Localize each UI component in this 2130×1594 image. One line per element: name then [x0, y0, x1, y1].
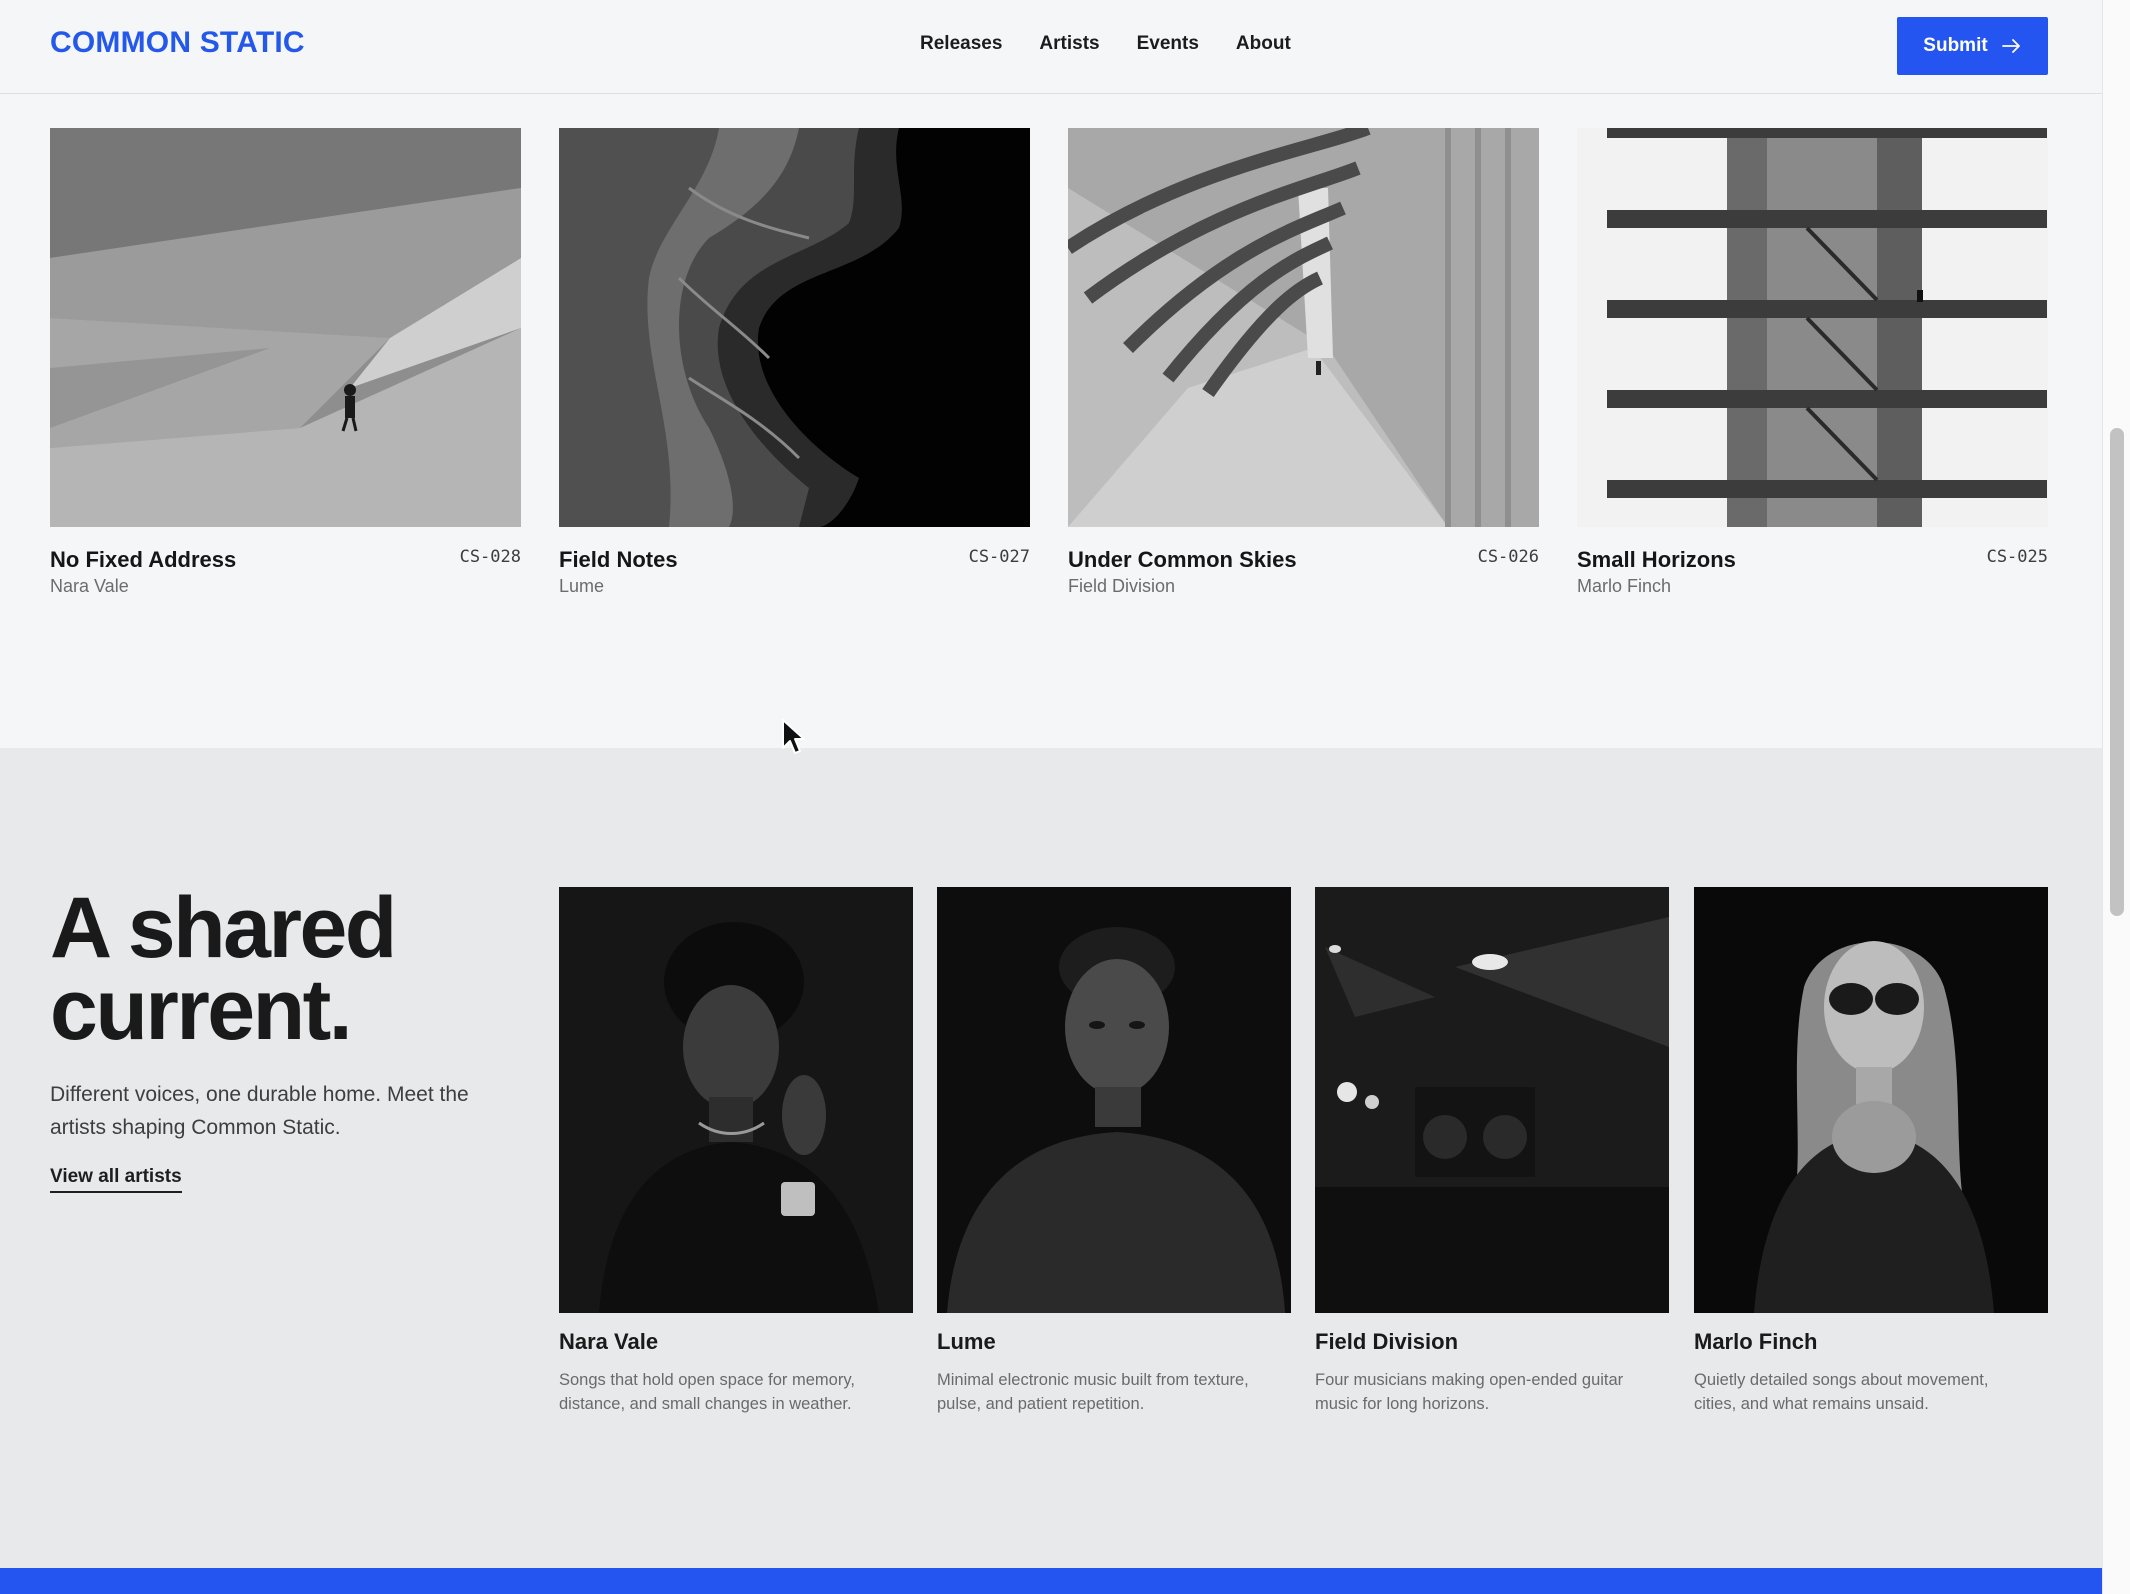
- release-card[interactable]: Under Common Skies CS-026 Field Division: [1068, 128, 1539, 597]
- artist-description: Songs that hold open space for memory, d…: [559, 1371, 855, 1413]
- release-code: CS-025: [1986, 547, 2048, 567]
- release-cover[interactable]: [1068, 128, 1539, 527]
- release-code: CS-027: [968, 547, 1030, 567]
- submit-label: Submit: [1923, 35, 1988, 56]
- release-title[interactable]: No Fixed Address: [50, 547, 236, 573]
- release-title[interactable]: Small Horizons: [1577, 547, 1736, 573]
- headline-line-2: current.: [50, 962, 353, 1058]
- release-code: CS-026: [1477, 547, 1539, 567]
- main-nav: Releases Artists Events About: [920, 33, 1291, 55]
- release-card[interactable]: Field Notes CS-027 Lume: [559, 128, 1030, 597]
- artist-photo[interactable]: [937, 887, 1291, 1313]
- section-intro: Different voices, one durable home. Meet…: [50, 1083, 469, 1139]
- release-cover[interactable]: [50, 128, 521, 527]
- release-title[interactable]: Under Common Skies: [1068, 547, 1297, 573]
- release-code: CS-028: [459, 547, 521, 567]
- release-artist: Lume: [559, 576, 605, 596]
- section-headline: A shared current.: [50, 880, 397, 1058]
- headline-line-1: A shared: [50, 880, 397, 976]
- view-all-artists-link[interactable]: View all artists: [50, 1166, 182, 1193]
- nav-artists[interactable]: Artists: [1039, 33, 1099, 55]
- artist-description: Four musicians making open-ended guitar …: [1315, 1371, 1624, 1413]
- site-header: COMMON STATIC Releases Artists Events Ab…: [0, 0, 2102, 94]
- artists-section: A shared current. Different voices, one …: [0, 748, 2102, 1568]
- artist-name[interactable]: Lume: [937, 1329, 1291, 1355]
- artist-card[interactable]: Nara Vale Songs that hold open space for…: [559, 887, 913, 1416]
- artist-name[interactable]: Nara Vale: [559, 1329, 913, 1355]
- page: COMMON STATIC Releases Artists Events Ab…: [0, 0, 2102, 1594]
- release-card[interactable]: Small Horizons CS-025 Marlo Finch: [1577, 128, 2048, 597]
- nav-events[interactable]: Events: [1137, 33, 1199, 55]
- submit-button[interactable]: Submit: [1897, 17, 2048, 75]
- artist-card[interactable]: Field Division Four musicians making ope…: [1315, 887, 1669, 1416]
- nav-about[interactable]: About: [1236, 33, 1291, 55]
- footer-band: [0, 1568, 2102, 1594]
- release-cover[interactable]: [559, 128, 1030, 527]
- arrow-right-icon: [2001, 39, 2020, 53]
- release-cover[interactable]: [1577, 128, 2048, 527]
- scrollbar-thumb[interactable]: [2110, 428, 2124, 916]
- release-artist: Field Division: [1068, 576, 1176, 596]
- artist-card[interactable]: Marlo Finch Quietly detailed songs about…: [1694, 887, 2048, 1416]
- page-scrollbar[interactable]: [2102, 0, 2130, 1594]
- artist-card[interactable]: Lume Minimal electronic music built from…: [937, 887, 1291, 1416]
- artist-photo[interactable]: [559, 887, 913, 1313]
- artist-description: Minimal electronic music built from text…: [937, 1371, 1249, 1413]
- release-card[interactable]: No Fixed Address CS-028 Nara Vale: [50, 128, 521, 597]
- release-title[interactable]: Field Notes: [559, 547, 678, 573]
- nav-releases[interactable]: Releases: [920, 33, 1002, 55]
- artist-photo[interactable]: [1315, 887, 1669, 1313]
- artist-description: Quietly detailed songs about movement, c…: [1694, 1371, 1989, 1413]
- artist-name[interactable]: Marlo Finch: [1694, 1329, 2048, 1355]
- artist-name[interactable]: Field Division: [1315, 1329, 1669, 1355]
- mouse-cursor-icon: [782, 719, 805, 754]
- release-artist: Marlo Finch: [1577, 576, 1672, 596]
- site-logo[interactable]: COMMON STATIC: [50, 26, 305, 60]
- artist-photo[interactable]: [1694, 887, 2048, 1313]
- release-artist: Nara Vale: [50, 576, 129, 596]
